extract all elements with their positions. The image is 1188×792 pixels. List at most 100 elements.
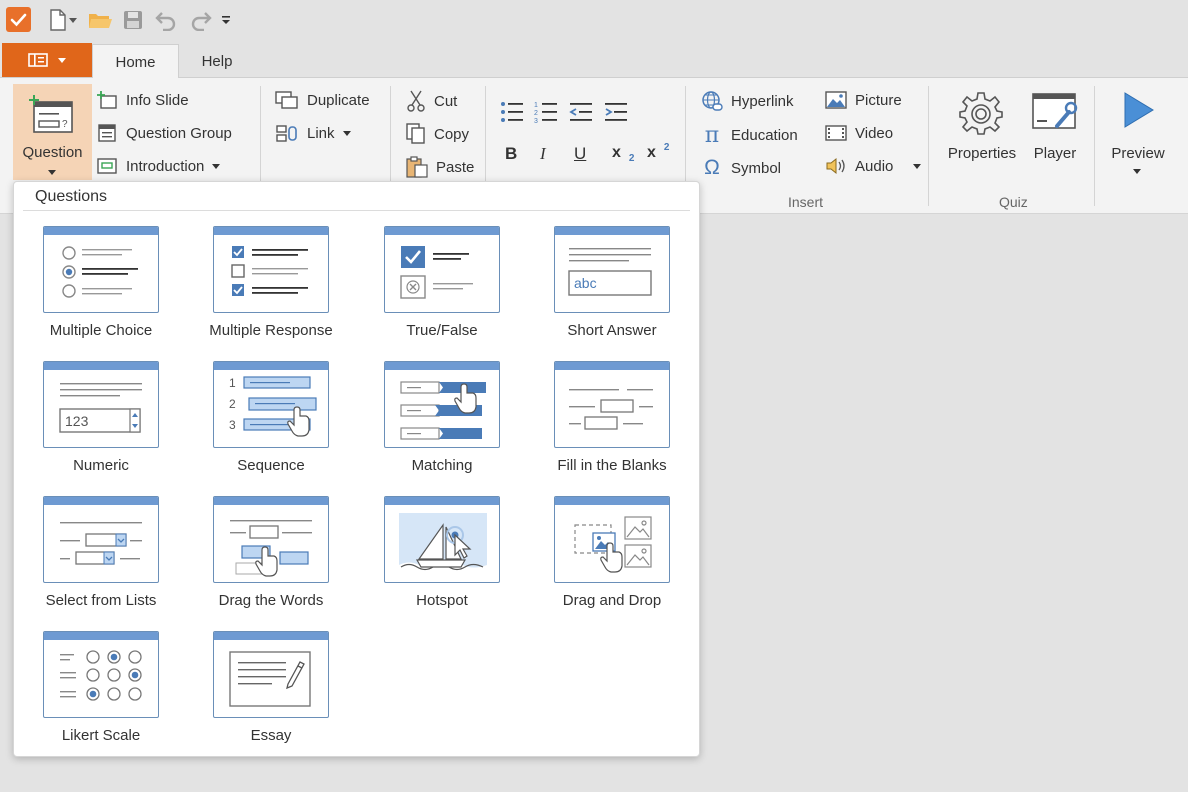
paste-button[interactable]: Paste <box>406 156 474 178</box>
question-type-drag-words[interactable]: Drag the Words <box>184 496 354 626</box>
sequence-number-2: 2 <box>229 397 236 411</box>
link-button[interactable]: Link <box>275 123 351 143</box>
open-folder-icon[interactable] <box>86 6 114 34</box>
info-slide-label: Info Slide <box>126 91 189 109</box>
panel-title: Questions <box>35 188 108 205</box>
file-menu-button[interactable] <box>2 43 92 77</box>
player-icon[interactable] <box>1031 92 1079 134</box>
duplicate-icon <box>275 91 298 109</box>
numbered-list-icon[interactable]: 123 <box>534 100 558 124</box>
gear-icon[interactable] <box>958 90 1004 136</box>
video-button[interactable]: Video <box>825 123 893 143</box>
menu-icon <box>28 53 48 67</box>
cut-button[interactable]: Cut <box>406 90 457 112</box>
panel-divider <box>23 210 690 211</box>
question-group-icon <box>98 124 116 142</box>
preview-button[interactable]: Preview <box>1104 145 1172 162</box>
education-button[interactable]: π Education <box>701 123 798 148</box>
tile-label: Multiple Choice <box>49 322 153 339</box>
drag-drop-icon <box>554 496 670 583</box>
question-type-multiple-choice[interactable]: Multiple Choice <box>14 226 184 356</box>
customize-toolbar-icon[interactable] <box>218 6 234 34</box>
tile-label: Short Answer <box>567 322 657 339</box>
chevron-down-icon <box>48 170 56 175</box>
essay-icon <box>213 631 329 718</box>
copy-button[interactable]: Copy <box>406 123 469 145</box>
question-type-multiple-response[interactable]: Multiple Response <box>184 226 354 356</box>
bullet-list-icon[interactable] <box>500 100 524 124</box>
question-type-numeric[interactable]: 123 Numeric <box>14 361 184 491</box>
superscript-button[interactable]: x2 <box>647 142 669 162</box>
sequence-icon: 1 2 3 <box>213 361 329 448</box>
multiple-response-icon <box>213 226 329 313</box>
question-type-select-lists[interactable]: Select from Lists <box>14 496 184 626</box>
hyperlink-button[interactable]: Hyperlink <box>701 90 794 112</box>
question-type-matching[interactable]: Matching <box>355 361 525 491</box>
question-group-button[interactable]: Question Group <box>96 123 232 143</box>
duplicate-button[interactable]: Duplicate <box>275 90 370 110</box>
tile-label: Drag the Words <box>218 592 324 609</box>
question-button[interactable]: ? Question <box>13 84 92 180</box>
save-icon[interactable] <box>119 6 147 34</box>
tile-label: Multiple Response <box>209 322 333 339</box>
question-type-drag-drop[interactable]: Drag and Drop <box>525 496 695 626</box>
video-label: Video <box>855 124 894 142</box>
hyperlink-label: Hyperlink <box>731 92 794 110</box>
omega-icon: Ω <box>704 156 720 179</box>
speaker-icon <box>826 157 845 175</box>
question-type-true-false[interactable]: True/False <box>355 226 525 356</box>
question-type-short-answer[interactable]: abc Short Answer <box>525 226 695 356</box>
introduction-button[interactable]: Introduction <box>96 156 221 176</box>
short-answer-icon: abc <box>554 226 670 313</box>
tab-help[interactable]: Help <box>182 44 252 79</box>
tile-label: Likert Scale <box>61 727 141 744</box>
app-logo-icon <box>6 7 31 32</box>
underline-button[interactable]: U <box>574 144 586 164</box>
questions-dropdown: Questions Multiple Choice Multiple Respo… <box>13 181 700 757</box>
picture-button[interactable]: Picture <box>825 90 902 110</box>
cut-label: Cut <box>434 92 458 110</box>
introduction-label: Introduction <box>126 157 205 175</box>
introduction-icon <box>97 158 117 174</box>
svg-text:3: 3 <box>534 118 538 124</box>
question-type-fill-blanks[interactable]: Fill in the Blanks <box>525 361 695 491</box>
tile-label: Select from Lists <box>45 592 157 609</box>
audio-button[interactable]: Audio <box>825 156 922 176</box>
question-slide-icon: ? <box>29 95 73 133</box>
redo-icon[interactable] <box>187 6 215 34</box>
properties-button[interactable]: Properties <box>942 145 1022 162</box>
tab-home[interactable]: Home <box>92 44 179 79</box>
decrease-indent-icon[interactable] <box>569 100 593 124</box>
question-type-sequence[interactable]: 1 2 3 Sequence <box>184 361 354 491</box>
short-answer-sample: abc <box>574 275 597 291</box>
symbol-label: Symbol <box>731 159 782 177</box>
play-icon[interactable] <box>1122 90 1156 130</box>
globe-link-icon <box>702 91 723 111</box>
undo-icon[interactable] <box>152 6 180 34</box>
quiz-group-label: Quiz <box>999 194 1028 210</box>
increase-indent-icon[interactable] <box>604 100 628 124</box>
link-label: Link <box>307 124 335 142</box>
new-file-dropdown-icon[interactable] <box>66 6 80 34</box>
duplicate-label: Duplicate <box>307 91 370 109</box>
italic-button[interactable]: I <box>540 144 546 164</box>
bold-button[interactable]: B <box>505 144 517 164</box>
matching-icon <box>384 361 500 448</box>
player-button[interactable]: Player <box>1025 145 1085 162</box>
tile-label: Sequence <box>237 457 305 474</box>
fill-blanks-icon <box>554 361 670 448</box>
chevron-down-icon <box>1133 169 1141 174</box>
svg-text:?: ? <box>62 119 68 130</box>
multiple-choice-icon <box>43 226 159 313</box>
subscript-button[interactable]: x2 <box>612 144 634 164</box>
question-group-label: Question Group <box>126 124 232 142</box>
info-slide-button[interactable]: Info Slide <box>96 90 189 110</box>
tile-label: Matching <box>411 457 473 474</box>
symbol-button[interactable]: Ω Symbol <box>701 156 781 180</box>
tile-label: True/False <box>406 322 478 339</box>
picture-icon <box>825 91 847 109</box>
question-type-hotspot[interactable]: Hotspot <box>355 496 525 626</box>
question-type-likert[interactable]: Likert Scale <box>14 631 184 761</box>
ribbon-tabs: Home Help <box>0 42 1188 79</box>
question-type-essay[interactable]: Essay <box>184 631 354 761</box>
